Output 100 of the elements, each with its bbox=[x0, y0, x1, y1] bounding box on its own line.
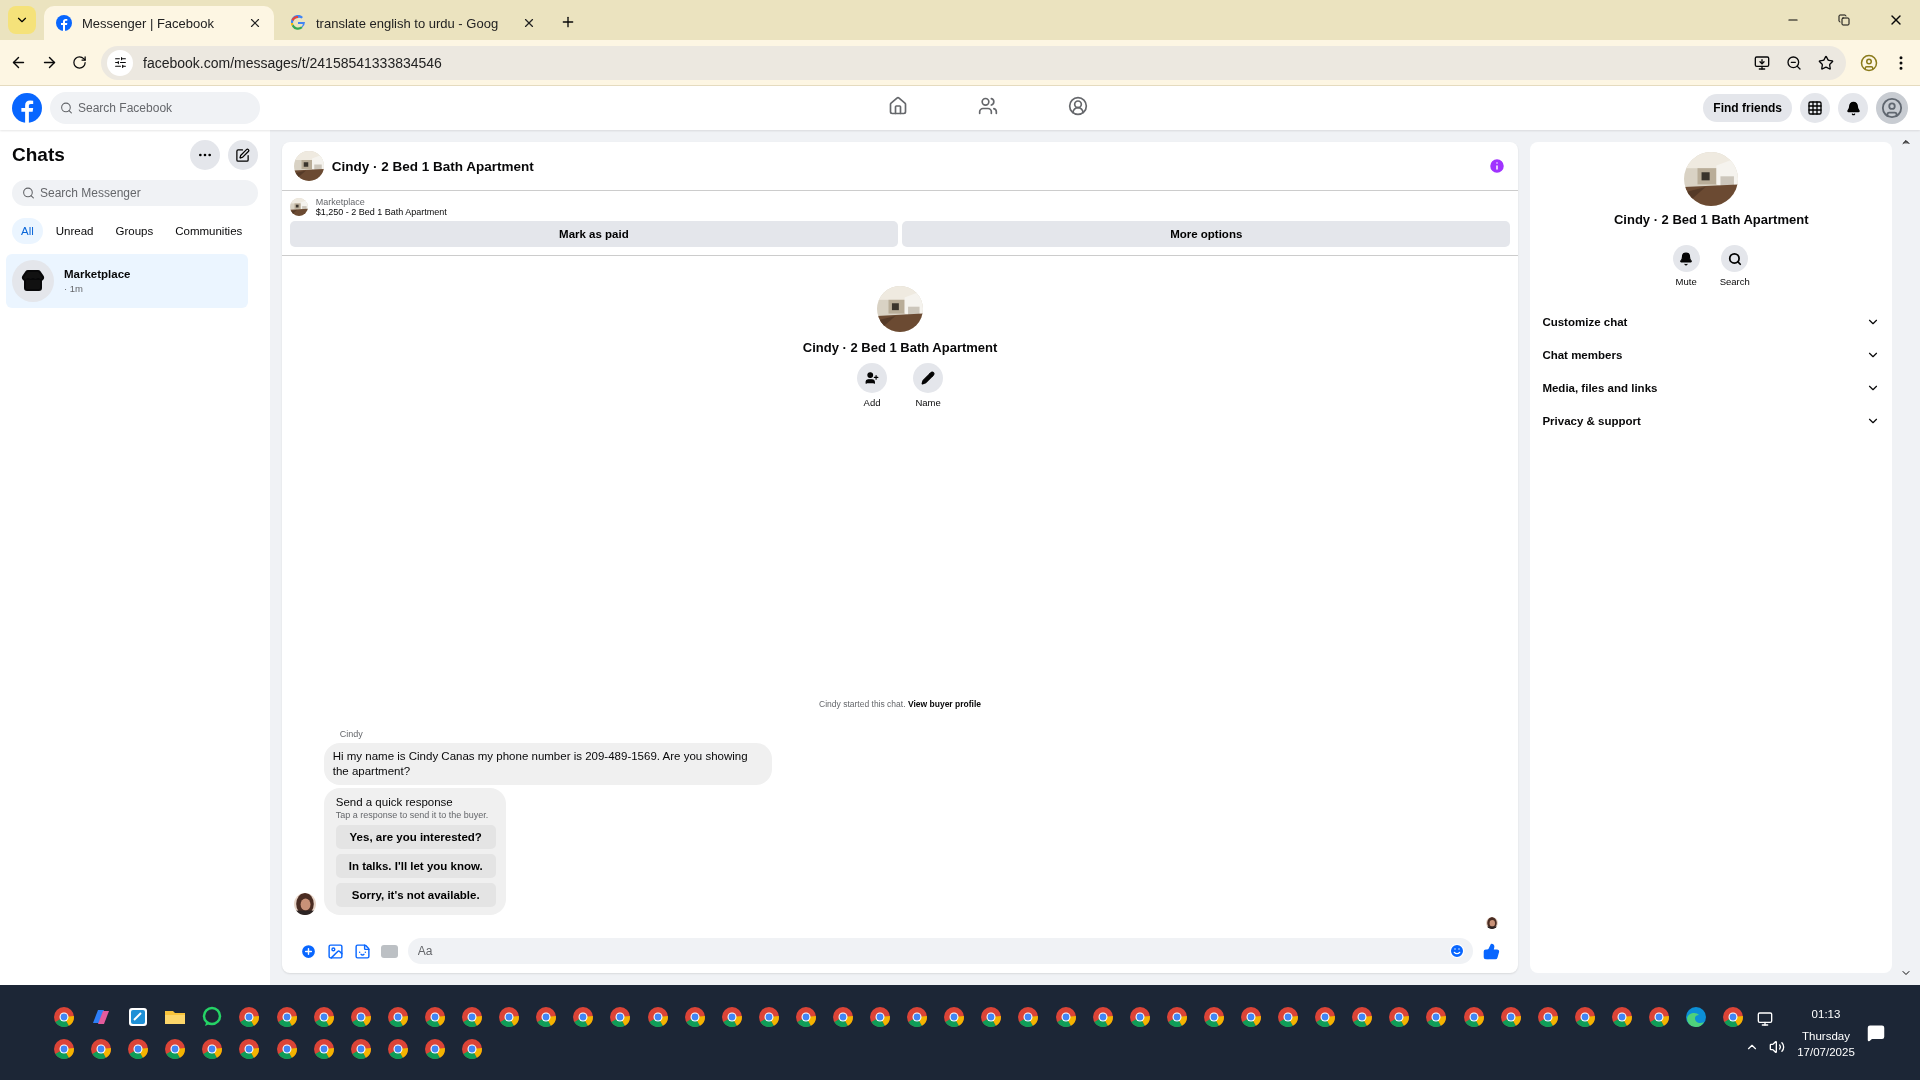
sticker-icon[interactable] bbox=[353, 942, 371, 960]
browser-icon[interactable] bbox=[645, 1004, 670, 1029]
browser-icon[interactable] bbox=[756, 1004, 781, 1029]
buyer-profile-link[interactable]: View buyer profile bbox=[907, 699, 981, 709]
browser-icon[interactable] bbox=[979, 1004, 1004, 1029]
browser-icon[interactable] bbox=[1461, 1004, 1486, 1029]
browser-icon[interactable] bbox=[385, 1036, 410, 1061]
browser-icon[interactable] bbox=[1424, 1004, 1449, 1029]
browser-icon[interactable] bbox=[348, 1036, 373, 1061]
notifications-button[interactable] bbox=[1838, 93, 1868, 123]
browser-icon[interactable] bbox=[1127, 1004, 1152, 1029]
browser-icon[interactable] bbox=[719, 1004, 744, 1029]
browser-icon[interactable] bbox=[830, 1004, 855, 1029]
filter-tab[interactable]: All bbox=[12, 218, 43, 244]
browser-icon[interactable] bbox=[1572, 1004, 1597, 1029]
browser-icon[interactable] bbox=[1276, 1004, 1301, 1029]
browser-icon[interactable] bbox=[1535, 1004, 1560, 1029]
browser-icon[interactable] bbox=[1201, 1004, 1226, 1029]
conversation-item[interactable]: Marketplace · 1m bbox=[6, 254, 248, 308]
browser-icon[interactable] bbox=[1647, 1004, 1672, 1029]
browser-icon[interactable] bbox=[1609, 1004, 1634, 1029]
close-tab-icon[interactable] bbox=[522, 16, 536, 30]
details-section[interactable]: Media, files and links bbox=[1542, 371, 1881, 404]
bookmark-icon[interactable] bbox=[1818, 54, 1834, 71]
add-icon[interactable] bbox=[299, 942, 317, 960]
browser-icon[interactable] bbox=[274, 1036, 299, 1061]
browser-icon[interactable] bbox=[682, 1004, 707, 1029]
profile-icon[interactable] bbox=[1860, 53, 1878, 72]
address-bar[interactable]: facebook.com/messages/t/24158541333834546 bbox=[101, 45, 1846, 80]
friends-icon[interactable] bbox=[977, 96, 998, 116]
find-friends-button[interactable]: Find friends bbox=[1703, 94, 1792, 122]
edit-button[interactable] bbox=[913, 363, 944, 393]
details-section[interactable]: Privacy & support bbox=[1542, 404, 1881, 437]
restore-icon[interactable] bbox=[1838, 14, 1850, 26]
search-field[interactable]: Search Messenger bbox=[12, 180, 258, 206]
browser-icon[interactable] bbox=[608, 1004, 633, 1029]
listing-action-button[interactable]: Mark as paid bbox=[289, 221, 899, 247]
photo-icon[interactable] bbox=[326, 942, 344, 960]
browser-icon[interactable] bbox=[1090, 1004, 1115, 1029]
site-settings-icon[interactable] bbox=[113, 56, 127, 69]
browser-icon[interactable] bbox=[237, 1004, 262, 1029]
browser-icon[interactable] bbox=[348, 1004, 373, 1029]
details-section[interactable]: Chat members bbox=[1542, 338, 1881, 371]
info-icon[interactable] bbox=[1488, 157, 1507, 175]
browser-icon[interactable] bbox=[1313, 1004, 1338, 1029]
browser-icon[interactable] bbox=[460, 1036, 485, 1061]
new-tab-icon[interactable] bbox=[560, 14, 576, 30]
browser-icon[interactable] bbox=[1016, 1004, 1041, 1029]
browser-icon[interactable] bbox=[571, 1004, 596, 1029]
browser-icon[interactable] bbox=[1164, 1004, 1189, 1029]
browser-icon[interactable] bbox=[1239, 1004, 1263, 1029]
details-section[interactable]: Customize chat bbox=[1542, 305, 1881, 338]
mute-button[interactable] bbox=[1672, 245, 1700, 272]
filter-tab[interactable]: Unread bbox=[46, 218, 103, 244]
browser-icon[interactable] bbox=[793, 1004, 818, 1029]
browser-icon[interactable] bbox=[460, 1004, 485, 1029]
browser-icon[interactable] bbox=[52, 1036, 76, 1061]
network-icon[interactable] bbox=[1757, 1010, 1774, 1027]
browser-icon[interactable] bbox=[237, 1036, 262, 1061]
add-button[interactable] bbox=[857, 363, 888, 393]
browser-icon[interactable] bbox=[1053, 1004, 1078, 1029]
browser-icon[interactable] bbox=[1350, 1004, 1375, 1029]
browser-icon[interactable] bbox=[126, 1036, 151, 1061]
browser-icon[interactable] bbox=[1387, 1004, 1412, 1029]
search-field[interactable]: Search Facebook bbox=[50, 92, 260, 124]
search-button[interactable] bbox=[1721, 245, 1749, 272]
browser-icon[interactable] bbox=[311, 1004, 336, 1029]
browser-icon[interactable] bbox=[311, 1036, 336, 1061]
zoom-icon[interactable] bbox=[1786, 54, 1802, 71]
filter-tab[interactable]: Communities bbox=[166, 218, 252, 244]
quick-response-button[interactable]: Sorry, it's not available. bbox=[335, 883, 496, 907]
new-message-button[interactable] bbox=[227, 140, 258, 170]
browser-icon[interactable] bbox=[385, 1004, 410, 1029]
browser-icon[interactable] bbox=[497, 1004, 522, 1029]
groups-icon[interactable] bbox=[1067, 96, 1088, 116]
browser-icon[interactable] bbox=[163, 1036, 188, 1061]
browser-icon[interactable] bbox=[942, 1004, 967, 1029]
browser-icon[interactable] bbox=[534, 1004, 559, 1029]
browser-icon[interactable] bbox=[422, 1004, 447, 1029]
browser-icon[interactable] bbox=[89, 1036, 114, 1061]
notifications-icon[interactable] bbox=[1866, 1023, 1885, 1042]
like-icon[interactable] bbox=[1483, 942, 1501, 960]
home-icon[interactable] bbox=[887, 96, 908, 116]
listing-action-button[interactable]: More options bbox=[902, 221, 1511, 247]
browser-icon[interactable] bbox=[200, 1036, 225, 1061]
quick-response-button[interactable]: Yes, are you interested? bbox=[335, 825, 496, 849]
browser-icon[interactable] bbox=[868, 1004, 893, 1029]
back-icon[interactable] bbox=[10, 54, 27, 71]
browser-icon[interactable] bbox=[52, 1004, 76, 1029]
forward-icon[interactable] bbox=[41, 54, 58, 71]
install-icon[interactable] bbox=[1754, 54, 1770, 71]
account-button[interactable] bbox=[1876, 92, 1908, 124]
facebook-logo-icon[interactable] bbox=[12, 93, 42, 123]
browser-icon[interactable] bbox=[422, 1036, 447, 1061]
close-tab-icon[interactable] bbox=[248, 16, 262, 30]
browser-tab[interactable]: translate english to urdu - Goog bbox=[278, 6, 548, 40]
menu-button[interactable] bbox=[1800, 93, 1830, 123]
browser-tab[interactable]: Messenger | Facebook bbox=[44, 6, 274, 40]
edge-icon[interactable] bbox=[1684, 1004, 1709, 1029]
browser-icon[interactable] bbox=[1721, 1004, 1746, 1029]
